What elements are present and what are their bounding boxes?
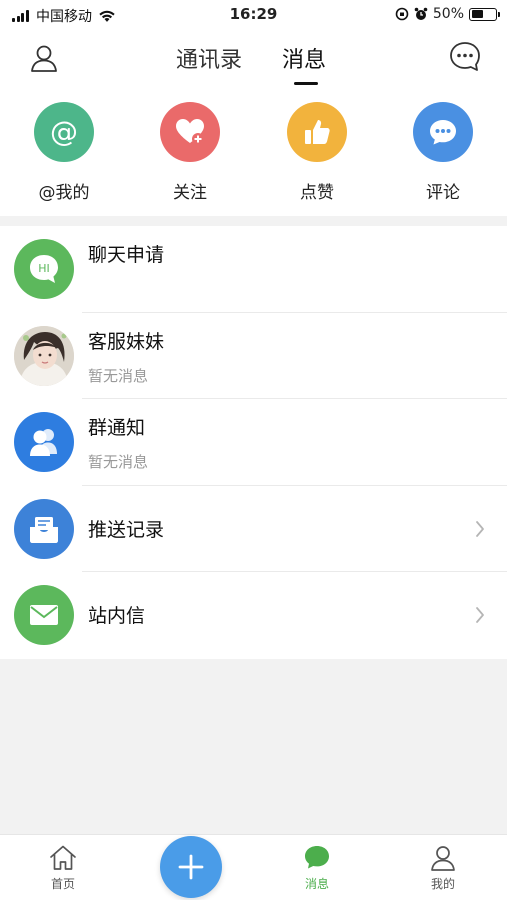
list-item-subtitle: 暂无消息 [88, 366, 149, 385]
status-bar: 中国移动 16:29 50% [0, 0, 507, 30]
chat-more-icon[interactable] [448, 40, 482, 74]
battery-percent: 50% [432, 6, 464, 22]
quick-action-label: 关注 [173, 183, 207, 203]
active-tab-indicator [294, 82, 318, 85]
quick-action-label: 评论 [426, 183, 460, 203]
list-item-subtitle: 暂无消息 [88, 453, 149, 471]
message-icon [305, 846, 329, 869]
quick-action-comment[interactable]: 评论 [403, 102, 483, 203]
group-icon [14, 412, 74, 472]
list-item-site-mail[interactable]: 站内信 [0, 572, 507, 659]
quick-action-at-me[interactable]: @ @我的 [24, 102, 104, 203]
quick-actions: @ @我的 关注 点赞 评论 [0, 90, 507, 216]
tab-home[interactable]: 首页 [28, 843, 98, 892]
quick-action-label: 点赞 [300, 183, 334, 203]
list-item-title: 聊天申请 [88, 244, 165, 266]
envelope-icon [14, 585, 74, 645]
rotation-lock-icon [395, 7, 409, 21]
thumbs-up-icon [287, 102, 347, 162]
customer-service-avatar [14, 325, 74, 386]
quick-action-like[interactable]: 点赞 [277, 102, 357, 203]
tab-messages-bottom[interactable]: 消息 [282, 843, 352, 892]
message-list: HI 聊天申请 客服妹妹 暂无消息 群通知 暂无消息 推送记录 站内信 [0, 226, 507, 659]
at-icon: @ [34, 102, 94, 162]
home-icon [50, 845, 76, 870]
chevron-right-icon [476, 607, 484, 623]
quick-action-label: @我的 [38, 183, 90, 203]
hi-bubble-icon: HI [14, 239, 74, 299]
tab-messages[interactable]: 消息 [282, 42, 326, 74]
battery-icon [469, 7, 500, 21]
list-item-title: 客服妹妹 [88, 330, 165, 353]
list-item-group-notice[interactable]: 群通知 暂无消息 [0, 399, 507, 486]
tab-label: 消息 [304, 877, 329, 891]
tab-label: 我的 [430, 877, 455, 891]
tab-contacts[interactable]: 通讯录 [176, 42, 242, 74]
list-item-title: 群通知 [88, 417, 146, 439]
list-item-title: 站内信 [88, 605, 146, 627]
list-item-chat-request[interactable]: HI 聊天申请 [0, 226, 507, 313]
heart-plus-icon [160, 102, 220, 162]
add-button[interactable] [160, 836, 222, 898]
profile-icon[interactable] [28, 42, 60, 74]
battery-fill [471, 10, 483, 18]
comment-bubble-icon [413, 102, 473, 162]
plus-icon [178, 854, 204, 880]
alarm-icon [414, 7, 428, 20]
list-item-push-records[interactable]: 推送记录 [0, 486, 507, 572]
status-right: 50% [395, 6, 500, 22]
chevron-right-icon [476, 520, 484, 537]
push-record-icon [14, 498, 74, 559]
tab-me[interactable]: 我的 [408, 843, 478, 892]
bottom-tab-bar: 首页 消息 我的 [0, 834, 507, 900]
list-item-customer-service[interactable]: 客服妹妹 暂无消息 [0, 313, 507, 399]
user-icon [431, 846, 455, 871]
quick-action-follow[interactable]: 关注 [150, 102, 230, 203]
list-item-title: 推送记录 [88, 518, 165, 541]
avatar-text: HI [38, 262, 50, 275]
tab-label: 首页 [50, 877, 75, 891]
svg-text:@: @ [50, 115, 78, 148]
top-nav: 通讯录 消息 [0, 30, 507, 90]
